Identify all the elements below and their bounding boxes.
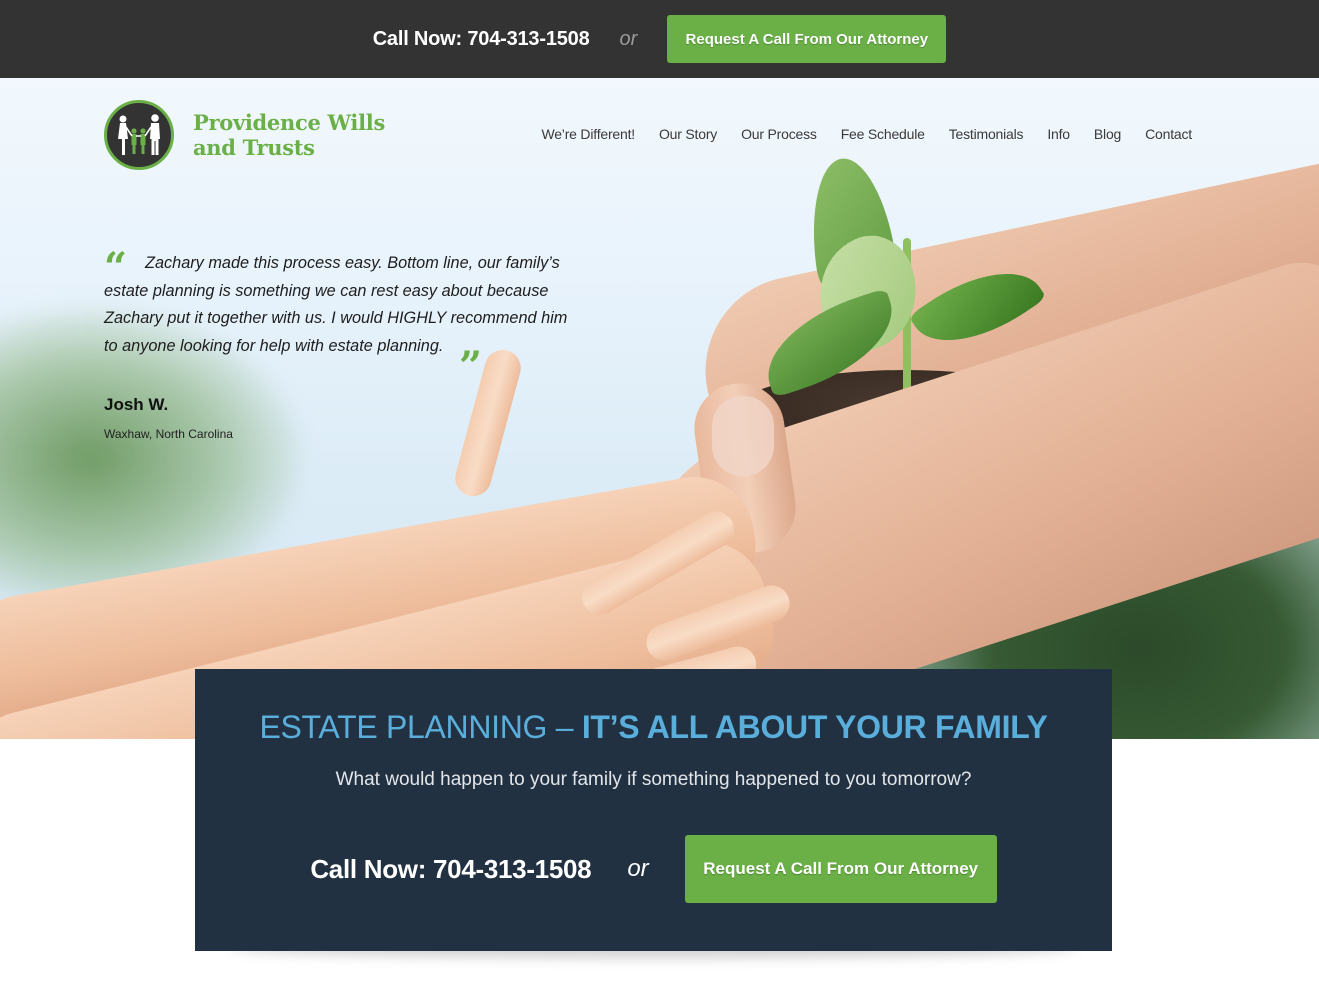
cta-title-light: ESTATE PLANNING – (259, 709, 582, 745)
testimonial-author: Josh W. (104, 395, 169, 414)
call-now-phone[interactable]: Call Now: 704-313-1508 (373, 28, 590, 51)
request-call-button[interactable]: Request A Call From Our Attorney (667, 15, 947, 63)
cta-actions: Call Now: 704-313-1508 or Request A Call… (195, 835, 1112, 903)
testimonial-quote: “ Zachary made this process easy. Bottom… (104, 244, 584, 387)
hero-image (0, 78, 1319, 739)
nav-item-our-story[interactable]: Our Story (659, 126, 717, 142)
top-call-bar: Call Now: 704-313-1508 or Request A Call… (0, 0, 1319, 78)
nav-item-were-different[interactable]: We’re Different! (541, 126, 635, 142)
cta-panel: ESTATE PLANNING – IT’S ALL ABOUT YOUR FA… (195, 669, 1112, 951)
main-nav: We’re Different! Our Story Our Process F… (517, 126, 1192, 142)
cta-title: ESTATE PLANNING – IT’S ALL ABOUT YOUR FA… (195, 709, 1112, 746)
nav-item-our-process[interactable]: Our Process (741, 126, 817, 142)
cta-title-bold: IT’S ALL ABOUT YOUR FAMILY (581, 709, 1048, 745)
or-separator: or (619, 27, 638, 50)
cta-request-call-button[interactable]: Request A Call From Our Attorney (684, 835, 997, 903)
brand-name-line2: and Trusts (193, 135, 315, 160)
family-silhouette-icon (104, 100, 174, 170)
nav-item-info[interactable]: Info (1047, 126, 1070, 142)
testimonial-text: Zachary made this process easy. Bottom l… (104, 254, 568, 356)
thumbnail (712, 396, 774, 476)
brand-name-line1: Providence Wills (193, 110, 385, 135)
nav-item-testimonials[interactable]: Testimonials (949, 126, 1024, 142)
nav-item-fee-schedule[interactable]: Fee Schedule (841, 126, 925, 142)
cta-subtitle: What would happen to your family if some… (335, 769, 972, 790)
cta-call-now-phone[interactable]: Call Now: 704-313-1508 (310, 854, 591, 885)
close-quote-icon: ” (459, 343, 483, 390)
nav-item-contact[interactable]: Contact (1145, 126, 1192, 142)
brand-name: Providence Wills and Trusts (193, 110, 385, 160)
testimonial-location: Waxhaw, North Carolina (104, 427, 233, 441)
site-logo[interactable]: Providence Wills and Trusts (104, 100, 385, 170)
nav-item-blog[interactable]: Blog (1094, 126, 1121, 142)
cta-or-separator: or (627, 855, 649, 882)
open-quote-icon: “ (104, 244, 128, 291)
